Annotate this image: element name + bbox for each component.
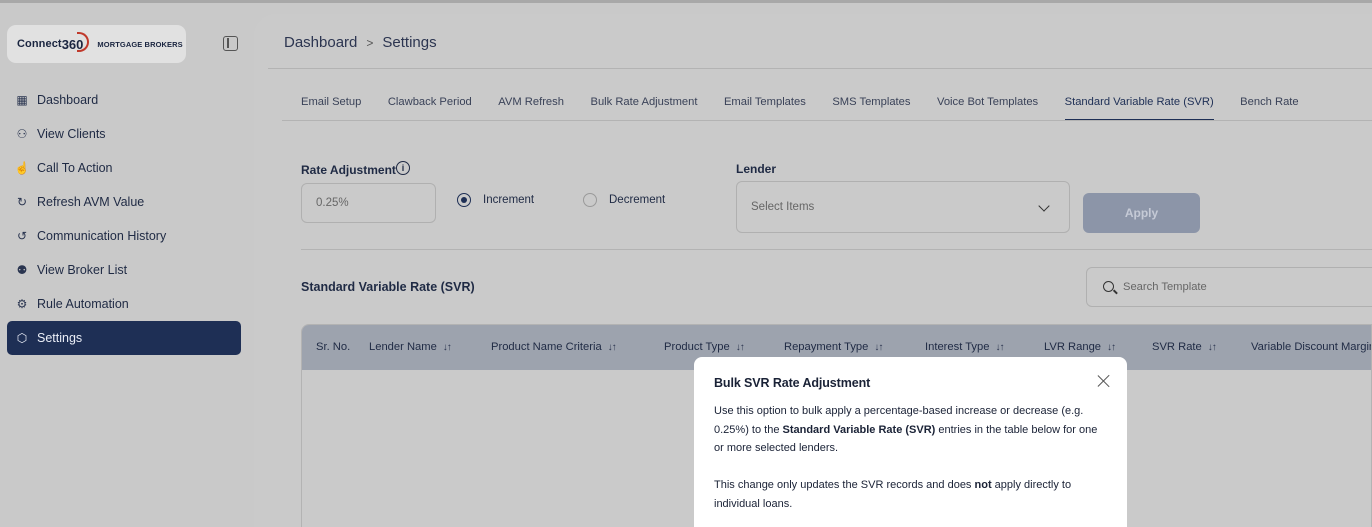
sidebar-item-communication-history[interactable]: ↺ Communication History (7, 219, 241, 253)
tab-email-templates[interactable]: Email Templates (724, 96, 806, 121)
chevron-right-icon: > (366, 35, 374, 50)
brand-number: 360 (62, 31, 90, 52)
broker-group-icon: ⚉ (16, 263, 28, 277)
sidebar-item-call-to-action[interactable]: ☝ Call To Action (7, 151, 241, 185)
sort-icon: ↓↑ (1107, 341, 1116, 353)
sidebar-item-label: View Clients (37, 127, 106, 141)
divider (268, 68, 1372, 69)
tab-bulk-rate-adjustment[interactable]: Bulk Rate Adjustment (590, 96, 697, 121)
tab-sms-templates[interactable]: SMS Templates (832, 96, 910, 121)
sidebar-item-view-clients[interactable]: ⚇ View Clients (7, 117, 241, 151)
tabs-divider (282, 120, 1372, 121)
sidebar-item-rule-automation[interactable]: ⚙ Rule Automation (7, 287, 241, 321)
column-product-type[interactable]: Product Type ↓↑ (664, 341, 745, 353)
info-icon[interactable]: i (396, 161, 410, 175)
column-sr-no: Sr. No. (316, 341, 351, 353)
sort-icon: ↓↑ (874, 341, 883, 353)
sidebar-item-label: Call To Action (37, 161, 113, 175)
sidebar-item-dashboard[interactable]: ▦ Dashboard (7, 83, 241, 117)
refresh-icon: ↻ (16, 195, 28, 209)
sidebar-item-label: Communication History (37, 229, 167, 243)
sidebar-item-label: Refresh AVM Value (37, 195, 145, 209)
decrement-label: Decrement (609, 194, 666, 206)
sidebar-item-label: Settings (37, 331, 83, 345)
brand-name: Connect (17, 38, 62, 50)
apply-button[interactable]: Apply (1083, 193, 1200, 233)
settings-tabs: Email Setup Clawback Period AVM Refresh … (301, 96, 1325, 121)
sort-icon: ↓↑ (735, 341, 745, 353)
tab-avm-refresh[interactable]: AVM Refresh (498, 96, 564, 121)
users-icon: ⚇ (16, 127, 28, 141)
dashboard-grid-icon: ▦ (16, 93, 28, 107)
modal-title: Bulk SVR Rate Adjustment (714, 376, 871, 390)
tab-clawback-period[interactable]: Clawback Period (388, 96, 472, 121)
sort-icon: ↓↑ (1207, 341, 1217, 353)
lender-label: Lender (736, 162, 777, 176)
sidebar-nav: ▦ Dashboard ⚇ View Clients ☝ Call To Act… (7, 83, 241, 355)
brand-logo[interactable]: Connect 360 MORTGAGE BROKERS (7, 25, 186, 63)
search-input[interactable]: Search Template (1086, 267, 1372, 307)
breadcrumb-current: Settings (382, 34, 437, 51)
sort-icon: ↓↑ (995, 341, 1004, 353)
close-icon[interactable] (1097, 374, 1111, 388)
column-interest-type[interactable]: Interest Type ↓↑ (925, 341, 1004, 353)
column-product-name-criteria[interactable]: Product Name Criteria ↓↑ (491, 341, 617, 353)
column-repayment-type[interactable]: Repayment Type ↓↑ (784, 341, 883, 353)
radio-unselected-icon (583, 193, 597, 207)
column-svr-rate[interactable]: SVR Rate ↓↑ (1152, 341, 1217, 353)
sidebar-item-refresh-avm[interactable]: ↻ Refresh AVM Value (7, 185, 241, 219)
section-title: Standard Variable Rate (SVR) (301, 280, 475, 294)
radio-selected-icon (457, 193, 471, 207)
bulk-svr-info-modal: Bulk SVR Rate Adjustment Use this option… (694, 357, 1127, 527)
column-variable-discount-margin: Variable Discount Margin (1251, 341, 1372, 353)
rate-adjustment-input[interactable]: 0.25% (301, 183, 436, 223)
logo-ring-icon (77, 31, 90, 52)
sidebar: Connect 360 MORTGAGE BROKERS ▦ Dashboard… (0, 3, 254, 527)
rate-adjustment-label: Rate Adjustment (301, 163, 396, 177)
sidebar-item-label: Dashboard (37, 93, 99, 107)
tab-email-setup[interactable]: Email Setup (301, 96, 361, 121)
divider (301, 249, 1372, 250)
column-lvr-range[interactable]: LVR Range ↓↑ (1044, 341, 1116, 353)
lender-select[interactable]: Select Items (736, 181, 1070, 233)
sidebar-item-broker-list[interactable]: ⚉ View Broker List (7, 253, 241, 287)
automation-gear-icon: ⚙ (16, 297, 28, 311)
history-icon: ↺ (16, 229, 28, 243)
settings-icon: ⬡ (16, 331, 28, 345)
modal-paragraph-2: This change only updates the SVR records… (714, 479, 1072, 510)
sidebar-item-label: Rule Automation (37, 297, 129, 311)
increment-label: Increment (483, 194, 535, 206)
sidebar-item-settings[interactable]: ⬡ Settings (7, 321, 241, 355)
tab-voice-bot-templates[interactable]: Voice Bot Templates (937, 96, 1038, 121)
decrement-radio[interactable]: Decrement (583, 193, 665, 207)
brand-tagline: MORTGAGE BROKERS (97, 39, 183, 49)
sort-icon: ↓↑ (442, 341, 452, 353)
search-icon (1103, 281, 1114, 292)
hand-pointer-icon: ☝ (14, 161, 30, 175)
tab-standard-variable-rate[interactable]: Standard Variable Rate (SVR) (1064, 96, 1214, 121)
column-lender-name[interactable]: Lender Name ↓↑ (369, 341, 452, 353)
sidebar-collapse-icon[interactable] (223, 36, 238, 51)
sort-icon: ↓↑ (607, 341, 617, 353)
breadcrumb: Dashboard > Settings (284, 34, 437, 51)
tab-bench-rate[interactable]: Bench Rate (1240, 96, 1298, 121)
sidebar-item-label: View Broker List (37, 263, 128, 277)
modal-paragraph-1: Use this option to bulk apply a percenta… (714, 405, 1098, 454)
breadcrumb-root[interactable]: Dashboard (284, 34, 357, 51)
increment-radio[interactable]: Increment (457, 193, 534, 207)
